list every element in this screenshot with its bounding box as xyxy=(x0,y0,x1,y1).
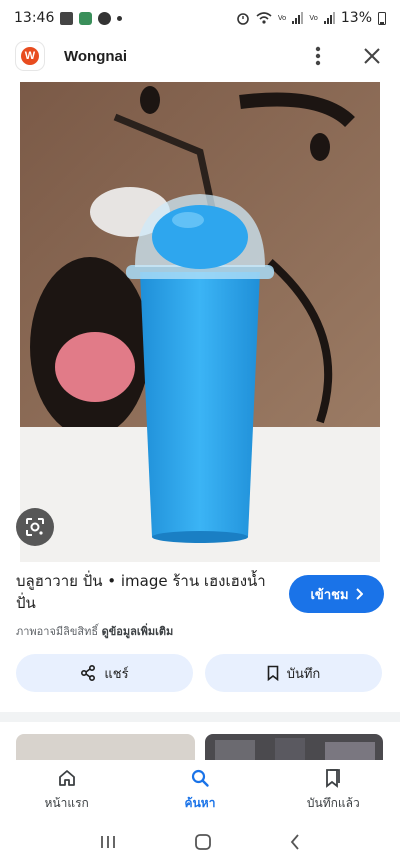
more-notifications-icon xyxy=(117,15,123,21)
logo-letter: W xyxy=(21,47,39,65)
lens-button[interactable] xyxy=(16,508,54,546)
more-vert-icon[interactable] xyxy=(306,44,330,68)
copyright-note: ภาพอาจมีลิขสิทธิ์ ดูข้อมูลเพิ่มเติม xyxy=(16,622,173,640)
result-caption[interactable]: บลูฮาวาย ปั่น • image ร้าน เฮงเฮงน้ำปั่น xyxy=(16,570,280,614)
signal-1-icon xyxy=(292,12,304,24)
result-image[interactable] xyxy=(20,82,380,562)
share-button[interactable]: แชร์ xyxy=(16,654,193,692)
status-bar: 13:46 Vo Vo 13% xyxy=(0,0,400,36)
copyright-text: ภาพอาจมีลิขสิทธิ์ xyxy=(16,625,99,638)
back-icon xyxy=(291,834,299,850)
bookmark-icon xyxy=(267,665,279,681)
visit-button[interactable]: เข้าชม xyxy=(289,575,384,613)
saved-icon xyxy=(326,768,341,788)
home-icon xyxy=(58,769,75,786)
home-square-icon xyxy=(195,834,211,850)
save-button[interactable]: บันทึก xyxy=(205,654,382,692)
system-nav xyxy=(0,820,400,868)
lte1-label: Vo xyxy=(277,13,287,22)
more-info-link[interactable]: ดูข้อมูลเพิ่มเติม xyxy=(102,625,174,638)
wongnai-logo: W xyxy=(16,42,44,70)
lte2-label: Vo xyxy=(309,13,318,22)
app-notification-icon xyxy=(79,11,93,25)
gallery-notification-icon xyxy=(60,11,74,25)
save-label: บันทึก xyxy=(286,666,321,682)
section-divider xyxy=(0,712,400,722)
recents-button[interactable] xyxy=(99,834,117,854)
signal-2-icon xyxy=(323,12,335,24)
status-left: 13:46 xyxy=(14,10,123,26)
share-label: แชร์ xyxy=(104,666,129,682)
bottom-nav: หน้าแรก ค้นหา บันทึกแล้ว xyxy=(0,760,400,820)
lens-icon xyxy=(26,518,44,536)
app-bar: W Wongnai xyxy=(0,36,400,76)
nav-saved-label: บันทึกแล้ว xyxy=(306,795,360,810)
close-icon[interactable] xyxy=(360,44,384,68)
nav-home-label: หน้าแรก xyxy=(44,795,89,810)
chevron-right-icon xyxy=(355,588,363,600)
back-button[interactable] xyxy=(289,833,301,855)
status-right: Vo Vo 13% xyxy=(236,10,386,26)
app-actions xyxy=(306,44,384,68)
search-icon xyxy=(191,769,209,787)
nav-search-label: ค้นหา xyxy=(184,795,216,810)
status-time: 13:46 xyxy=(14,10,55,26)
nav-saved[interactable]: บันทึกแล้ว xyxy=(267,760,400,820)
share-icon xyxy=(81,665,96,681)
wifi-icon xyxy=(256,12,272,24)
battery-level: 13% xyxy=(340,10,372,26)
facebook-notification-icon xyxy=(98,11,112,25)
nav-home[interactable]: หน้าแรก xyxy=(0,760,133,820)
nav-search[interactable]: ค้นหา xyxy=(133,760,266,820)
battery-icon xyxy=(378,12,386,25)
alarm-icon xyxy=(237,13,249,25)
app-title: Wongnai xyxy=(64,47,128,65)
drink-photo xyxy=(20,82,380,562)
home-system-button[interactable] xyxy=(194,833,212,855)
visit-label: เข้าชม xyxy=(310,587,349,603)
recents-icon xyxy=(100,836,115,848)
